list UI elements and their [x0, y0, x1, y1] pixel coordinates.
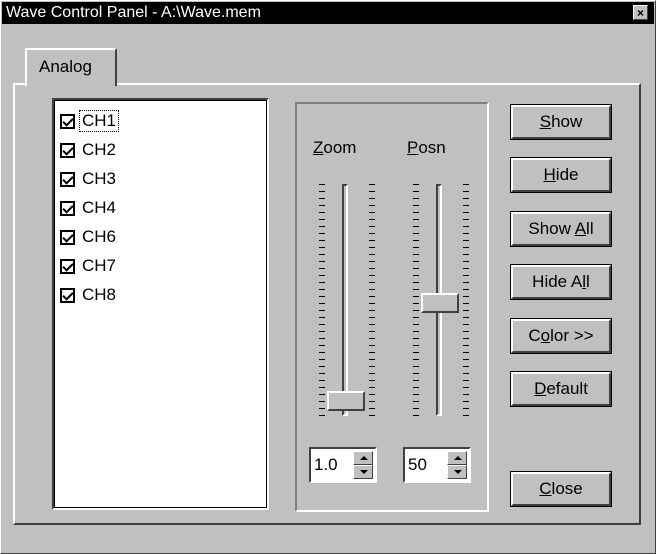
posn-value[interactable]: 50 — [408, 455, 427, 475]
list-item-ch3[interactable]: CH3 — [60, 166, 118, 192]
zoom-down-arrow-icon[interactable] — [353, 465, 373, 479]
checkbox[interactable] — [60, 171, 75, 187]
checkbox[interactable] — [60, 287, 75, 303]
zoom-value[interactable]: 1.0 — [314, 455, 338, 475]
close-button[interactable]: Close — [510, 471, 612, 507]
tab-analog[interactable]: Analog — [25, 48, 117, 86]
close-icon: × — [636, 6, 644, 20]
list-item-ch6[interactable]: CH6 — [60, 224, 118, 250]
posn-spin-buttons — [447, 451, 467, 479]
title-bar[interactable]: Wave Control Panel - A:\Wave.mem × — [2, 2, 654, 24]
zoom-ticks-right — [369, 184, 375, 416]
checkbox[interactable] — [60, 229, 75, 245]
zoom-ticks-left — [319, 184, 325, 416]
channel-label: CH3 — [82, 169, 117, 188]
show-button[interactable]: Show — [510, 104, 612, 140]
channel-label: CH2 — [82, 140, 117, 159]
posn-spinner[interactable]: 50 — [403, 447, 471, 483]
checkbox[interactable] — [60, 258, 75, 274]
posn-slider-thumb[interactable] — [421, 293, 459, 313]
channel-label: CH6 — [82, 227, 117, 246]
default-button[interactable]: Default — [510, 371, 612, 407]
zoom-slider-thumb[interactable] — [327, 391, 365, 411]
posn-label: Posn — [407, 138, 446, 157]
list-item-ch7[interactable]: CH7 — [60, 253, 118, 279]
channel-label: CH1 — [78, 110, 120, 132]
zoom-spin-buttons — [353, 451, 373, 479]
list-item-ch8[interactable]: CH8 — [60, 282, 118, 308]
window-title: Wave Control Panel - A:\Wave.mem — [6, 4, 261, 21]
posn-ticks-right — [463, 184, 469, 416]
tab-analog-label: Analog — [39, 57, 92, 76]
posn-ticks-left — [413, 184, 419, 416]
zoom-slider-track[interactable] — [342, 184, 348, 416]
channel-listbox[interactable]: CH1 CH2 CH3 CH4 CH6 CH7 CH8 — [52, 98, 269, 510]
hide-all-button[interactable]: Hide All — [510, 264, 612, 300]
zoom-spinner[interactable]: 1.0 — [309, 447, 377, 483]
color-button[interactable]: Color >> — [510, 318, 612, 354]
channel-label: CH8 — [82, 285, 117, 304]
close-window-button[interactable]: × — [633, 5, 648, 20]
checkbox[interactable] — [60, 113, 75, 129]
zoom-up-arrow-icon[interactable] — [353, 451, 373, 465]
channel-label: CH4 — [82, 198, 117, 217]
hide-button[interactable]: Hide — [510, 157, 612, 193]
posn-down-arrow-icon[interactable] — [447, 465, 467, 479]
list-item-ch2[interactable]: CH2 — [60, 137, 118, 163]
list-item-ch1[interactable]: CH1 — [60, 108, 120, 134]
channel-label: CH7 — [82, 256, 117, 275]
checkbox[interactable] — [60, 200, 75, 216]
checkbox[interactable] — [60, 142, 75, 158]
zoom-label: Zoom — [313, 138, 357, 157]
wave-control-panel-window: Wave Control Panel - A:\Wave.mem × Analo… — [0, 0, 656, 554]
show-all-button[interactable]: Show All — [510, 211, 612, 247]
list-item-ch4[interactable]: CH4 — [60, 195, 118, 221]
posn-up-arrow-icon[interactable] — [447, 451, 467, 465]
